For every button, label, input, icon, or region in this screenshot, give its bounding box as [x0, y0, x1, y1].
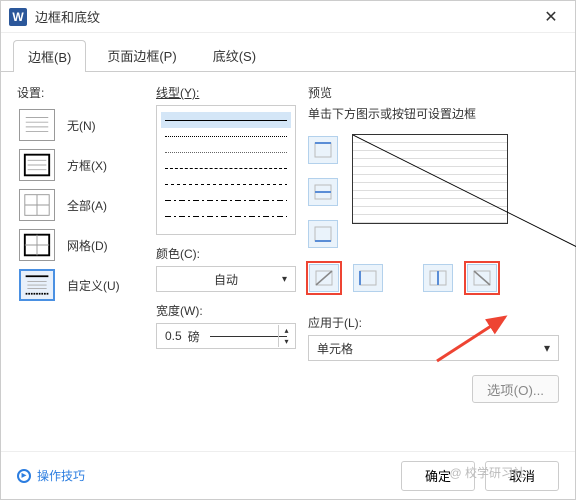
grid-icon	[19, 229, 55, 261]
edge-diag-down-button[interactable]	[309, 264, 339, 292]
setting-grid[interactable]: 网格(D)	[17, 225, 152, 265]
linestyle-item[interactable]	[161, 208, 291, 224]
edge-hmid-button[interactable]	[308, 178, 338, 206]
tips-link[interactable]: ▸ 操作技巧	[17, 467, 85, 484]
settings-label: 设置:	[17, 84, 152, 101]
all-icon	[19, 189, 55, 221]
setting-label: 自定义(U)	[67, 277, 120, 294]
edge-top-button[interactable]	[308, 136, 338, 164]
chevron-down-icon: ▾	[544, 341, 550, 355]
cancel-button[interactable]: 取消	[485, 461, 559, 491]
setting-label: 网格(D)	[67, 237, 108, 254]
linestyle-label: 线型(Y):	[156, 84, 304, 101]
custom-icon	[19, 269, 55, 301]
none-icon	[19, 109, 55, 141]
chevron-down-icon: ▾	[282, 274, 287, 285]
setting-box[interactable]: 方框(X)	[17, 145, 152, 185]
apply-value: 单元格	[317, 340, 353, 357]
linestyle-item[interactable]	[161, 192, 291, 208]
apply-label: 应用于(L):	[308, 314, 362, 331]
linestyle-item[interactable]	[161, 176, 291, 192]
tab-page-borders[interactable]: 页面边框(P)	[92, 39, 191, 71]
setting-label: 无(N)	[67, 117, 96, 134]
close-button[interactable]: ✕	[535, 5, 567, 29]
preview-diagram[interactable]	[352, 134, 508, 224]
box-icon	[19, 149, 55, 181]
tabs: 边框(B) 页面边框(P) 底纹(S)	[1, 33, 575, 72]
width-spinner[interactable]: 0.5 磅 ▴▾	[156, 323, 296, 349]
setting-label: 全部(A)	[67, 197, 107, 214]
app-icon: W	[9, 8, 27, 26]
color-value: 自动	[214, 271, 238, 288]
width-value: 0.5	[165, 329, 182, 343]
tab-borders[interactable]: 边框(B)	[13, 40, 86, 72]
tab-shading[interactable]: 底纹(S)	[198, 39, 271, 71]
preview-label: 预览	[308, 84, 559, 101]
color-label: 颜色(C):	[156, 245, 304, 262]
ok-button[interactable]: 确定	[401, 461, 475, 491]
setting-all[interactable]: 全部(A)	[17, 185, 152, 225]
edge-bottom-button[interactable]	[308, 220, 338, 248]
setting-custom[interactable]: 自定义(U)	[17, 265, 152, 305]
linestyle-item[interactable]	[161, 128, 291, 144]
color-dropdown[interactable]: 自动 ▾	[156, 266, 296, 292]
setting-none[interactable]: 无(N)	[17, 105, 152, 145]
linestyle-item[interactable]	[161, 144, 291, 160]
setting-label: 方框(X)	[67, 157, 107, 174]
options-button[interactable]: 选项(O)...	[472, 375, 559, 403]
spin-down[interactable]: ▾	[278, 336, 294, 347]
preview-hint: 单击下方图示或按钮可设置边框	[308, 105, 559, 122]
spin-up[interactable]: ▴	[278, 325, 294, 336]
width-label: 宽度(W):	[156, 302, 304, 319]
linestyle-list[interactable]	[156, 105, 296, 235]
tips-icon: ▸	[17, 469, 31, 483]
linestyle-item[interactable]	[161, 112, 291, 128]
linestyle-item[interactable]	[161, 160, 291, 176]
dialog-title: 边框和底纹	[35, 7, 535, 26]
apply-to-dropdown[interactable]: 单元格 ▾	[308, 335, 559, 361]
